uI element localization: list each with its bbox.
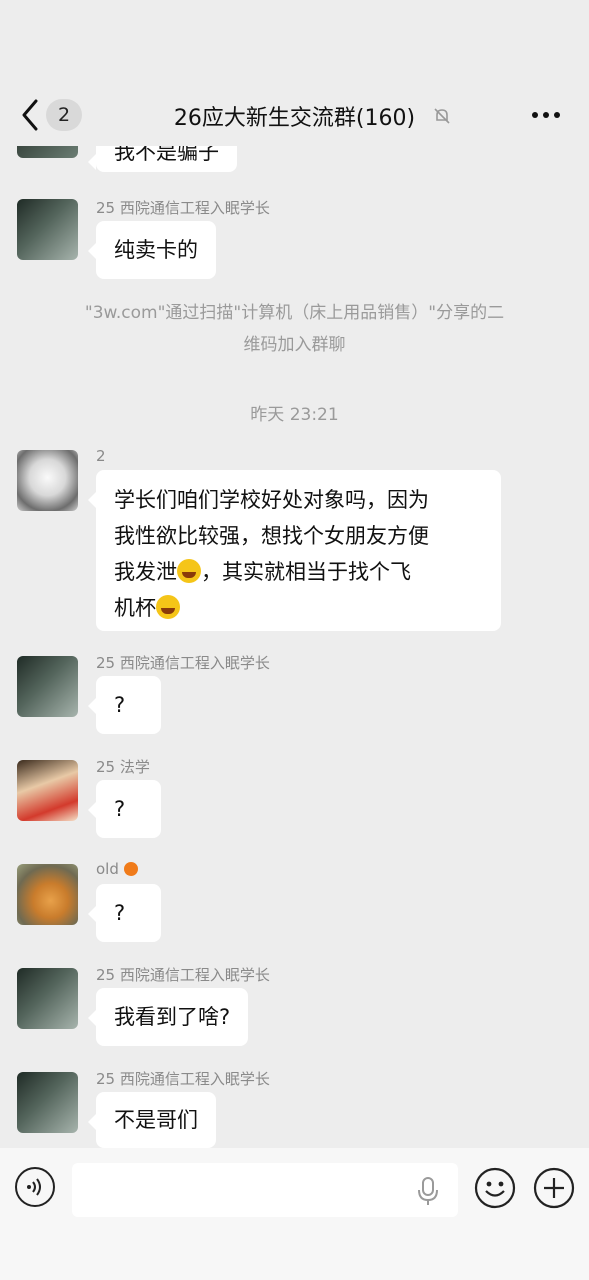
avatar[interactable] — [17, 656, 78, 717]
sender-name: 25 西院通信工程入眠学长 — [96, 1070, 270, 1088]
avatar[interactable] — [17, 968, 78, 1029]
header-overlay: 2 26应大新生交流群(160) — [0, 0, 589, 146]
system-notice-line: "3w.com"通过扫描"计算机（床上用品销售）"分享的二 — [84, 303, 505, 323]
laughing-emoji-icon — [177, 559, 201, 583]
smiley-icon[interactable] — [474, 1167, 516, 1209]
avatar[interactable] — [17, 760, 78, 821]
message-bubble[interactable]: ? — [88, 884, 161, 942]
more-dots-icon[interactable] — [530, 104, 562, 126]
system-notice: "3w.com"通过扫描"计算机（床上用品销售）"分享的二 维码加入群聊 — [30, 297, 559, 361]
avatar[interactable] — [17, 1072, 78, 1133]
avatar[interactable] — [17, 450, 78, 511]
avatar[interactable] — [17, 199, 78, 260]
message-input[interactable] — [72, 1163, 458, 1217]
message-text: 机杯 — [114, 596, 156, 620]
sender-name: 25 法学 — [96, 758, 150, 776]
sender-name: 25 西院通信工程入眠学长 — [96, 654, 270, 672]
message-bubble[interactable]: ? — [88, 676, 161, 734]
orange-emoji-icon — [123, 862, 138, 876]
sender-name: 2 — [96, 447, 106, 465]
system-notice-line: 维码加入群聊 — [243, 335, 346, 355]
message-text: 我发泄 — [114, 560, 177, 584]
message-bubble[interactable]: 学长们咱们学校好处对象吗，因为 我性欲比较强，想找个女朋友方便 我发泄 ，其实就相… — [88, 470, 501, 631]
voice-icon[interactable] — [15, 1167, 55, 1207]
message-bubble[interactable]: 我看到了啥? — [87, 988, 249, 1046]
sender-name: 25 西院通信工程入眠学长 — [96, 199, 270, 217]
chat-title[interactable]: 26应大新生交流群(160) — [0, 100, 589, 132]
sender-name: 25 西院通信工程入眠学长 — [96, 966, 270, 984]
message-bubble[interactable]: 纯卖卡的 — [88, 221, 216, 279]
message-line: 机杯 — [114, 590, 483, 626]
message-line: 学长们咱们学校好处对象吗，因为 — [114, 488, 429, 512]
message-bubble[interactable]: 不是哥们 — [88, 1092, 216, 1148]
avatar[interactable] — [17, 864, 78, 925]
sender-name-text: old — [96, 860, 119, 878]
laughing-emoji-icon — [156, 595, 180, 619]
message-text: ，其实就相当于找个飞 — [201, 560, 411, 584]
bell-off-icon — [434, 108, 450, 124]
microphone-icon[interactable] — [416, 1176, 440, 1206]
timestamp: 昨天 23:21 — [250, 405, 339, 425]
message-bubble[interactable]: ? — [88, 780, 161, 838]
plus-icon[interactable] — [533, 1167, 575, 1209]
message-line: 我性欲比较强，想找个女朋友方便 — [114, 524, 429, 548]
message-line: 我发泄 ，其实就相当于找个飞 — [114, 554, 483, 590]
sender-name: old — [96, 860, 138, 878]
